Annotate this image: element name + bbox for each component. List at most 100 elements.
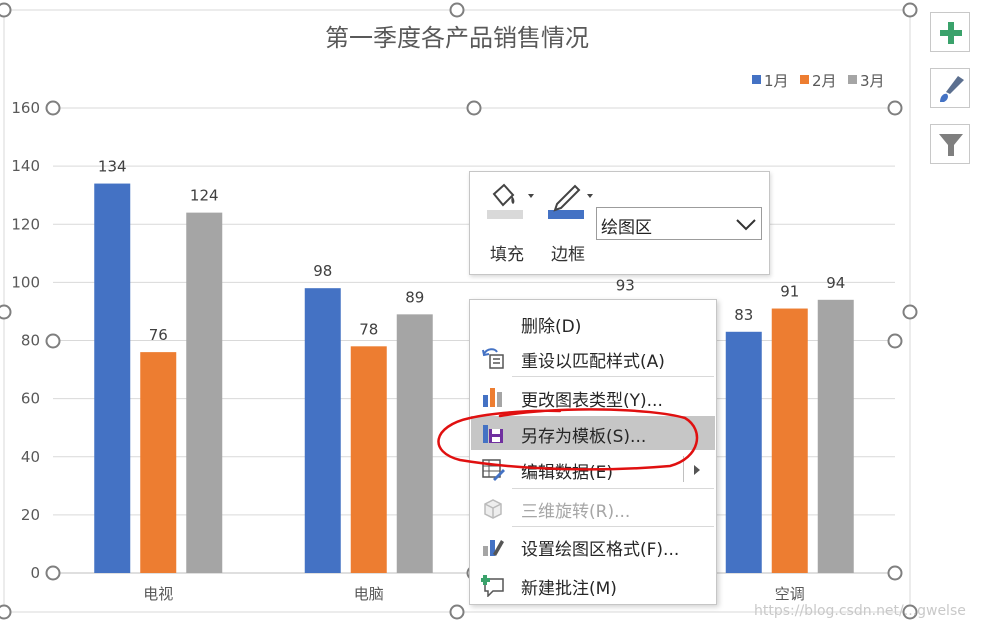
y-tick-label: 20 [21, 506, 40, 524]
menu-item-reset-style[interactable]: 重设以匹配样式(A) [471, 341, 715, 375]
menu-item-format-plot-area-label: 设置绘图区格式(F)... [521, 540, 680, 560]
border-label: 边框 [551, 245, 585, 265]
menu-item-save-as-template-label: 另存为模板(S)... [521, 427, 647, 447]
chart-legend[interactable]: 1月 2月 3月 [752, 72, 885, 90]
resize-handle[interactable] [902, 304, 918, 320]
chart-type-icon [483, 388, 502, 407]
menu-item-change-chart-type[interactable]: 更改图表类型(Y)... [471, 380, 715, 414]
3d-rotation-icon [484, 499, 502, 519]
resize-handle[interactable] [466, 100, 482, 116]
legend-label: 2月 [812, 72, 837, 90]
y-tick-label: 80 [21, 332, 40, 350]
bar[interactable] [304, 288, 341, 573]
data-label: 76 [149, 326, 168, 344]
resize-handle[interactable] [0, 2, 12, 18]
menu-item-delete[interactable]: 删除(D) [471, 306, 715, 340]
submenu-divider [683, 456, 684, 482]
menu-item-change-chart-type-label: 更改图表类型(Y)... [521, 391, 663, 411]
menu-item-3d-rotation: 三维旋转(R)... [471, 491, 715, 525]
y-tick-label: 140 [11, 157, 40, 175]
data-label: 91 [780, 283, 799, 301]
chart-styles-icon [940, 76, 964, 102]
menu-item-3d-rotation-label: 三维旋转(R)... [521, 502, 631, 522]
new-comment-icon [481, 575, 504, 597]
resize-handle[interactable] [0, 304, 12, 320]
y-tick-label: 60 [21, 390, 40, 408]
y-tick-label: 40 [21, 448, 40, 466]
resize-handle[interactable] [0, 604, 12, 620]
resize-handle[interactable] [887, 100, 903, 116]
resize-handle[interactable] [449, 604, 465, 620]
menu-item-reset-style-label: 重设以匹配样式(A) [521, 352, 665, 372]
resize-handle[interactable] [45, 565, 61, 581]
bar[interactable] [94, 183, 131, 573]
bar[interactable] [725, 331, 762, 573]
data-label: 78 [359, 320, 378, 338]
resize-handle[interactable] [45, 100, 61, 116]
menu-separator [512, 526, 714, 527]
bar[interactable] [140, 352, 177, 573]
data-label: 94 [826, 274, 845, 292]
chevron-down-icon [736, 219, 756, 231]
chart-filters-icon [939, 134, 963, 156]
resize-handle[interactable] [887, 565, 903, 581]
menu-item-new-comment[interactable]: 新建批注(M) [471, 568, 715, 602]
chart-title[interactable]: 第一季度各产品销售情况 [325, 24, 589, 52]
menu-item-edit-data-label: 编辑数据(E) [521, 463, 614, 483]
legend-swatch [752, 75, 761, 84]
x-tick-label: 空调 [775, 585, 805, 603]
chart-elements-icon [940, 22, 962, 44]
data-label: 124 [190, 187, 219, 205]
border-pen-icon [548, 184, 593, 219]
save-template-icon [483, 425, 503, 443]
x-tick-label: 电脑 [354, 585, 384, 603]
format-plot-area-icon [483, 540, 504, 556]
mini-toolbar: 填充 边框 绘图区 [469, 171, 770, 275]
chart-styles-button[interactable] [930, 68, 970, 108]
bar[interactable] [817, 299, 854, 573]
menu-item-delete-label: 删除(D) [521, 317, 582, 337]
y-axis-ticks: 0 20 40 60 80 100 120 140 160 [11, 99, 40, 582]
y-tick-label: 0 [30, 564, 40, 582]
x-tick-label: 电视 [143, 585, 173, 603]
fill-label: 填充 [490, 245, 524, 265]
watermark: https://blog.csdn.net/...gwelse [754, 603, 966, 619]
legend-swatch [800, 75, 809, 84]
menu-separator [512, 488, 714, 489]
resize-handle[interactable] [449, 2, 465, 18]
chart-element-dropdown-value: 绘图区 [601, 218, 652, 238]
legend-label: 1月 [764, 72, 789, 90]
submenu-arrow-icon [694, 465, 700, 475]
data-label: 83 [734, 306, 753, 324]
fill-button[interactable]: 填充 [484, 182, 540, 268]
y-tick-label: 160 [11, 99, 40, 117]
y-tick-label: 120 [11, 215, 40, 233]
menu-separator [512, 376, 714, 377]
legend-label: 3月 [860, 72, 885, 90]
y-tick-label: 100 [11, 273, 40, 291]
data-label: 93 [616, 277, 635, 295]
menu-item-format-plot-area[interactable]: 设置绘图区格式(F)... [471, 529, 715, 563]
resize-handle[interactable] [902, 2, 918, 18]
resize-handle[interactable] [45, 333, 61, 349]
edit-data-icon [482, 459, 505, 481]
resize-handle[interactable] [887, 333, 903, 349]
chart-filters-button[interactable] [930, 124, 970, 164]
context-menu: 删除(D) 重设以匹配样式(A) 更改图表类型(Y)... 另存为模板(S)..… [469, 299, 717, 605]
menu-item-new-comment-label: 新建批注(M) [521, 579, 617, 599]
legend-swatch [848, 75, 857, 84]
menu-item-edit-data[interactable]: 编辑数据(E) [471, 452, 715, 486]
data-label: 89 [405, 288, 424, 306]
menu-item-save-as-template[interactable]: 另存为模板(S)... [471, 416, 715, 450]
data-label: 134 [98, 158, 127, 176]
reset-style-icon [482, 348, 504, 369]
border-button[interactable]: 边框 [545, 182, 601, 268]
bar[interactable] [186, 212, 223, 573]
bar[interactable] [771, 308, 808, 573]
bar[interactable] [396, 314, 433, 573]
bar[interactable] [350, 346, 387, 573]
chart-elements-button[interactable] [930, 12, 970, 52]
data-label: 98 [313, 262, 332, 280]
fill-bucket-icon [487, 183, 534, 219]
chart-element-dropdown[interactable]: 绘图区 [596, 207, 762, 240]
